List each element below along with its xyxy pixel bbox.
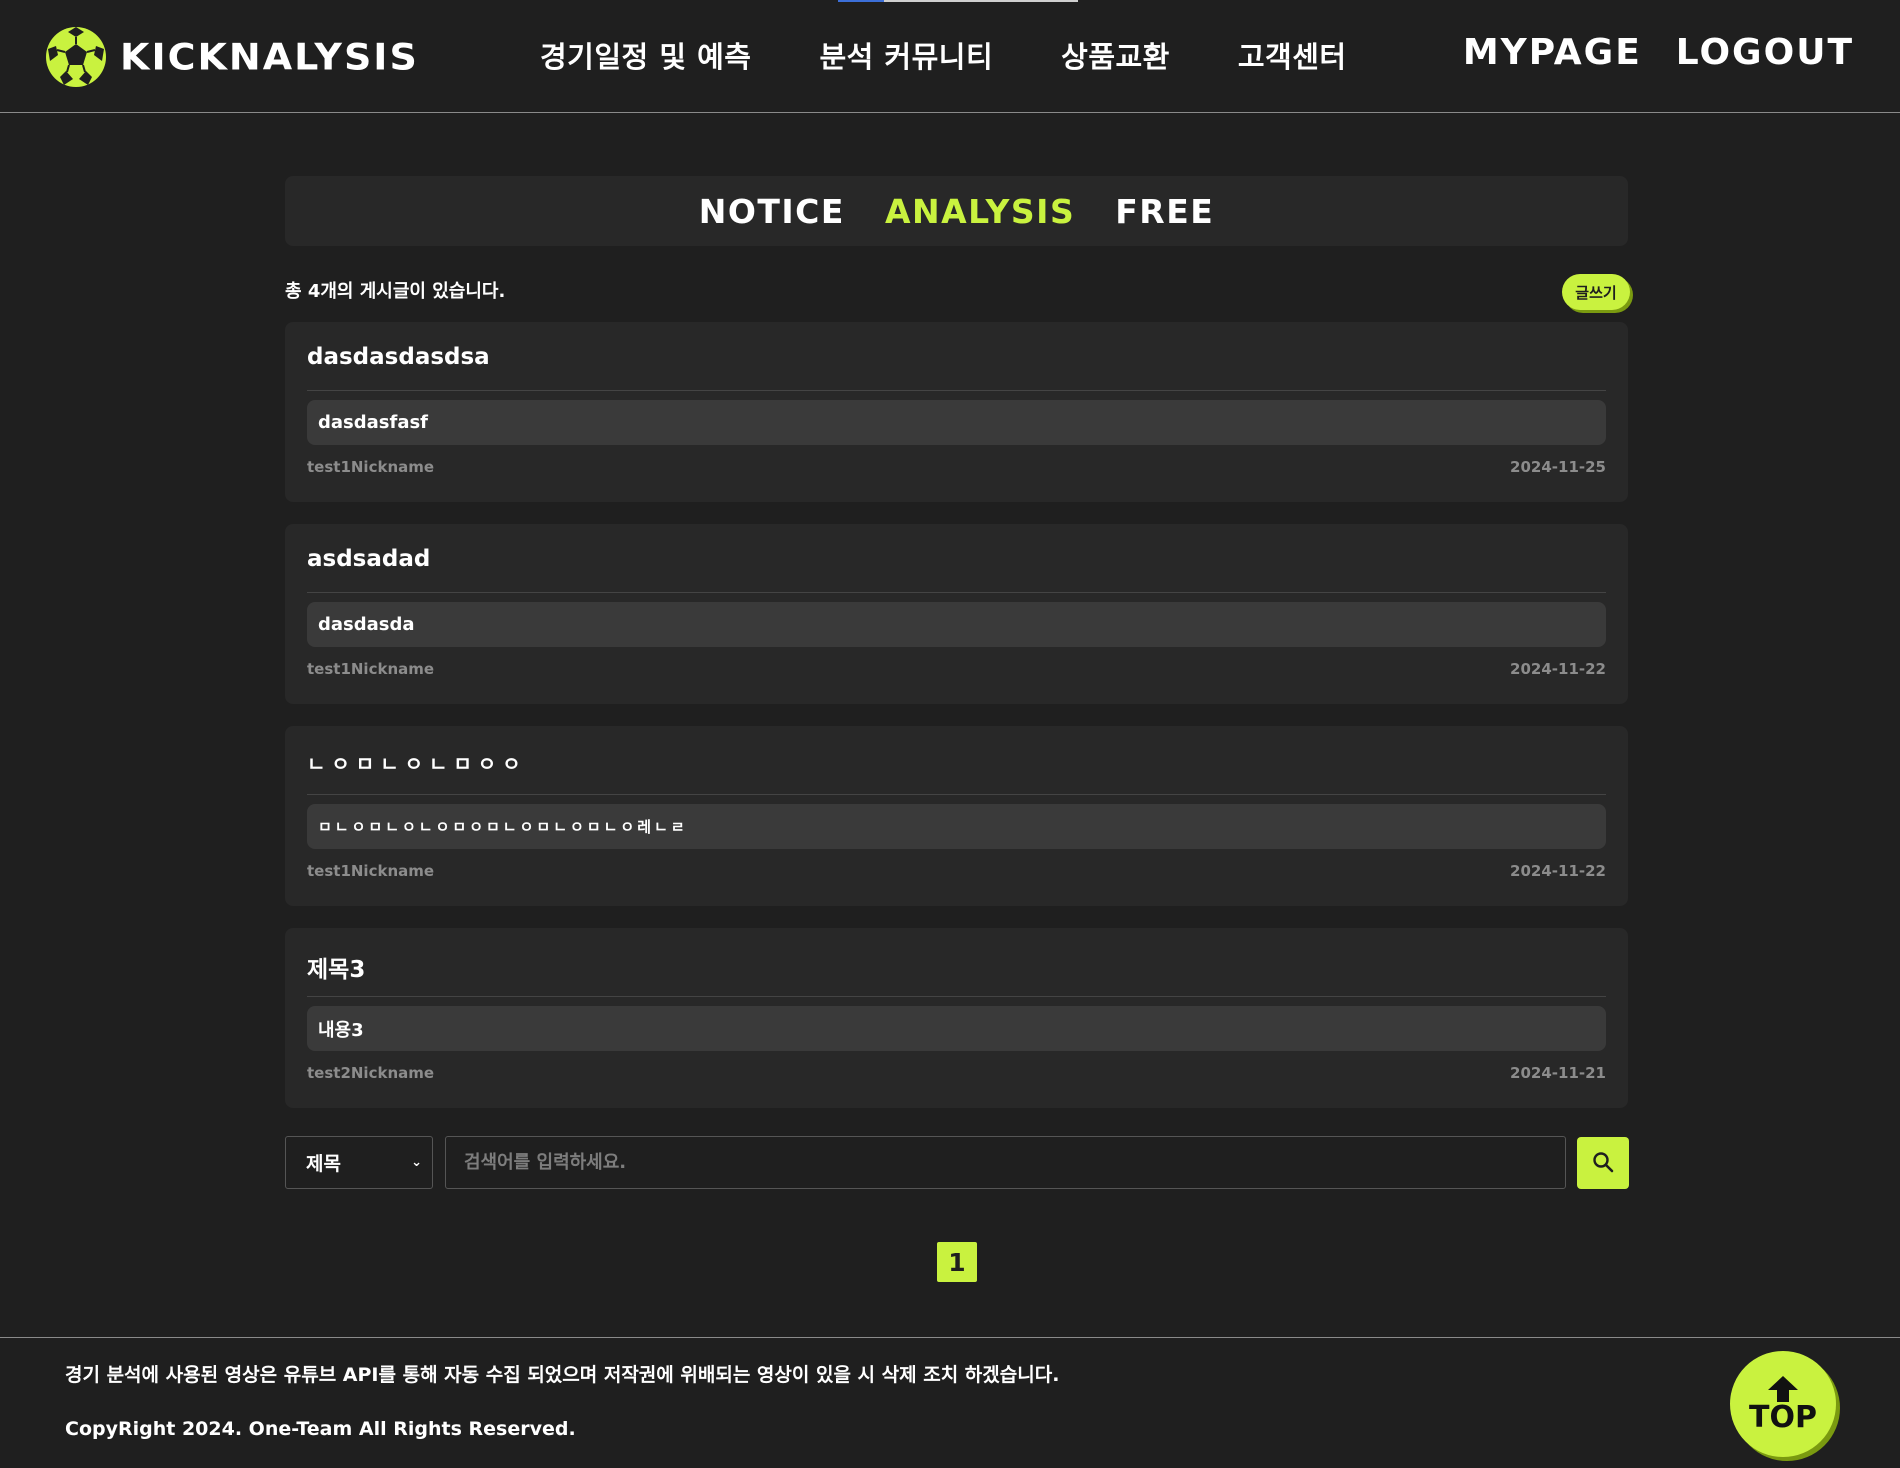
- nav-link-exchange[interactable]: 상품교환: [1061, 34, 1170, 76]
- post-count: 총 4개의 게시글이 있습니다.: [285, 281, 506, 302]
- mypage-link[interactable]: MYPAGE: [1463, 32, 1642, 73]
- nav-link-support[interactable]: 고객센터: [1238, 34, 1347, 76]
- post-body: dasdasfasf: [307, 400, 1606, 445]
- scroll-top-label: TOP: [1749, 1399, 1817, 1435]
- search-input[interactable]: [445, 1136, 1566, 1189]
- write-post-button[interactable]: 글쓰기: [1562, 274, 1630, 310]
- tab-analysis[interactable]: ANALYSIS: [885, 192, 1075, 231]
- post-title: asdsadad: [307, 546, 431, 572]
- logout-link[interactable]: LOGOUT: [1676, 32, 1854, 73]
- footer-copyright: CopyRight 2024. One-Team All Rights Rese…: [65, 1418, 576, 1440]
- footer-notice: 경기 분석에 사용된 영상은 유튜브 API를 통해 자동 수집 되었으며 저작…: [65, 1364, 1060, 1386]
- post-body: ㅁㄴㅇㅁㄴㅇㄴㅇㅁㅇㅁㄴㅇㅁㄴㅇㅁㄴㅇ레ㄴㄹ: [307, 804, 1606, 849]
- post-date: 2024-11-22: [1510, 862, 1606, 880]
- site-footer: 경기 분석에 사용된 영상은 유튜브 API를 통해 자동 수집 되었으며 저작…: [0, 1337, 1900, 1468]
- post-card[interactable]: ㄴㅇㅁㄴㅇㄴㅁㅇㅇ ㅁㄴㅇㅁㄴㅇㄴㅇㅁㅇㅁㄴㅇㅁㄴㅇㅁㄴㅇ레ㄴㄹ test1Ni…: [285, 726, 1628, 906]
- post-card[interactable]: asdsadad dasdasda test1Nickname 2024-11-…: [285, 524, 1628, 704]
- post-author: test2Nickname: [307, 1064, 435, 1082]
- post-date: 2024-11-22: [1510, 660, 1606, 678]
- post-author: test1Nickname: [307, 862, 435, 880]
- brand-logo[interactable]: KICKNALYSIS: [46, 26, 419, 88]
- site-header: KICKNALYSIS 경기일정 및 예측 분석 커뮤니티 상품교환 고객센터 …: [0, 0, 1900, 113]
- nav-link-community[interactable]: 분석 커뮤니티: [819, 34, 993, 76]
- search-button[interactable]: [1577, 1137, 1629, 1189]
- brand-name: KICKNALYSIS: [120, 36, 419, 78]
- scroll-top-button[interactable]: TOP: [1730, 1351, 1836, 1457]
- post-divider: [307, 390, 1606, 391]
- nav-link-schedule[interactable]: 경기일정 및 예측: [540, 34, 751, 76]
- post-date: 2024-11-25: [1510, 458, 1606, 476]
- search-field-select[interactable]: 제목 ⌄: [285, 1136, 433, 1189]
- post-date: 2024-11-21: [1510, 1064, 1606, 1082]
- post-body: dasdasda: [307, 602, 1606, 647]
- tab-free[interactable]: FREE: [1115, 192, 1214, 231]
- chevron-down-icon: ⌄: [411, 1155, 422, 1170]
- pagination-page[interactable]: 1: [937, 1242, 977, 1282]
- post-author: test1Nickname: [307, 660, 435, 678]
- post-divider: [307, 794, 1606, 795]
- soccer-ball-icon: [46, 27, 106, 87]
- post-card[interactable]: 제목3 내용3 test2Nickname 2024-11-21: [285, 928, 1628, 1108]
- board-tabs: NOTICE ANALYSIS FREE: [285, 176, 1628, 246]
- user-nav: MYPAGE LOGOUT: [1463, 32, 1854, 73]
- search-field-selected: 제목: [306, 1153, 341, 1175]
- post-title: dasdasdasdsa: [307, 344, 490, 370]
- post-title: 제목3: [307, 957, 366, 983]
- post-divider: [307, 996, 1606, 997]
- post-card[interactable]: dasdasdasdsa dasdasfasf test1Nickname 20…: [285, 322, 1628, 502]
- post-divider: [307, 592, 1606, 593]
- main-nav: 경기일정 및 예측 분석 커뮤니티 상품교환 고객센터: [540, 34, 1347, 76]
- post-author: test1Nickname: [307, 458, 435, 476]
- tab-notice[interactable]: NOTICE: [699, 192, 845, 231]
- post-body: 내용3: [307, 1006, 1606, 1051]
- post-title: ㄴㅇㅁㄴㅇㄴㅁㅇㅇ: [307, 752, 527, 776]
- search-icon: [1592, 1151, 1614, 1176]
